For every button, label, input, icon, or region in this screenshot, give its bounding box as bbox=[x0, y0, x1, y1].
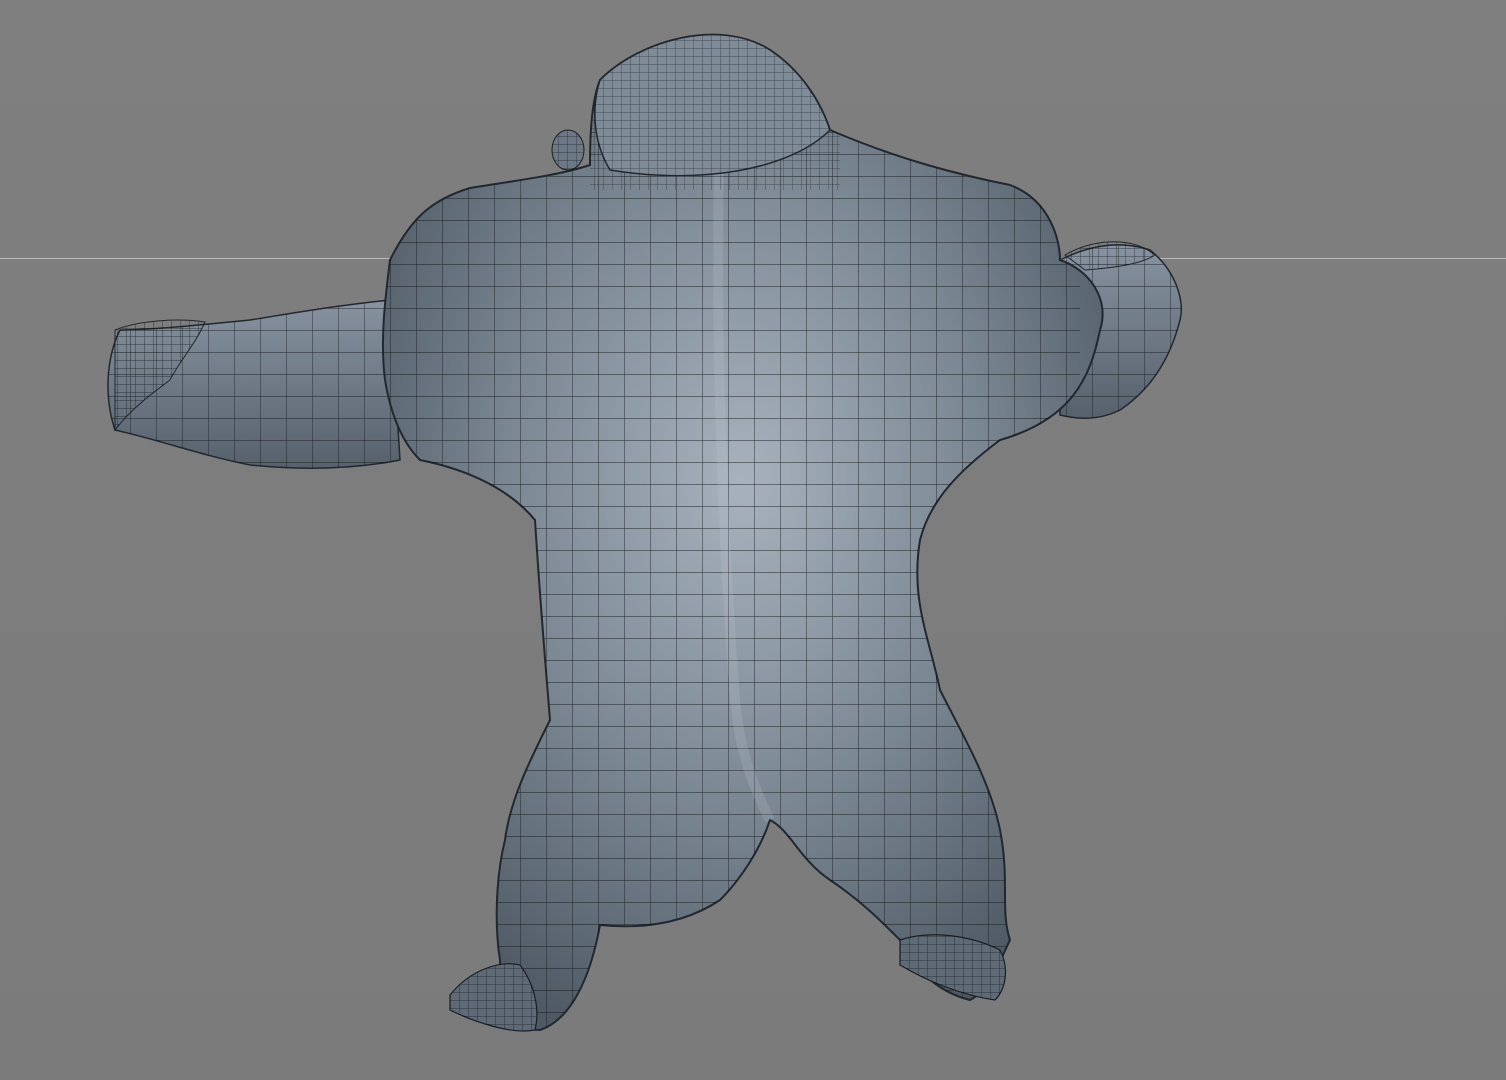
gorilla-model[interactable] bbox=[0, 0, 1506, 1080]
left-foot bbox=[449, 963, 538, 1032]
head-back bbox=[590, 33, 840, 190]
3d-viewport[interactable] bbox=[0, 0, 1506, 1080]
left-arm bbox=[107, 299, 401, 470]
left-ear bbox=[551, 129, 585, 171]
